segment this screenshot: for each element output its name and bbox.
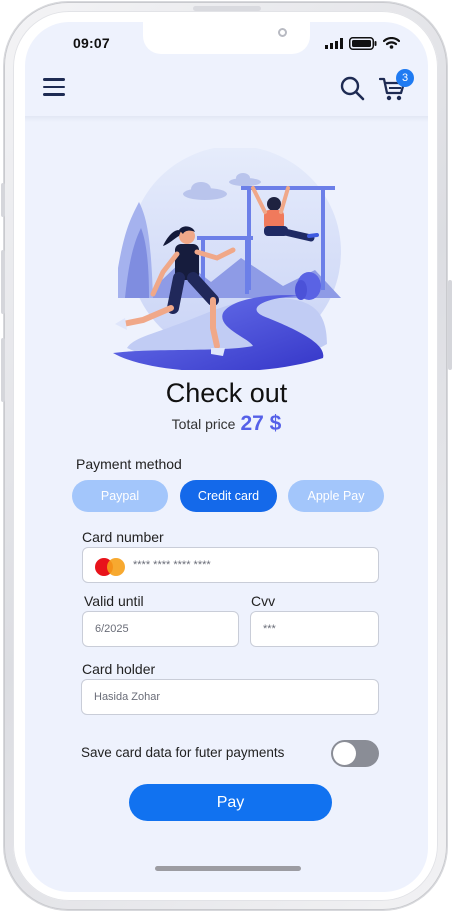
- card-number-value: **** **** **** ****: [133, 559, 211, 571]
- status-time: 09:07: [73, 35, 110, 51]
- valid-until-value: 6/2025: [95, 623, 129, 635]
- pay-button[interactable]: Pay: [129, 784, 332, 821]
- mastercard-icon: [95, 558, 127, 576]
- total-price-label: Total price: [171, 416, 236, 432]
- valid-until-field[interactable]: 6/2025: [82, 611, 239, 647]
- wifi-icon: [383, 37, 400, 49]
- side-button-volume-up: [1, 250, 5, 314]
- notch: [143, 22, 310, 54]
- status-icons: [325, 36, 400, 50]
- total-price-row: Total price 27 $: [25, 412, 428, 436]
- paypal-button[interactable]: Paypal: [72, 480, 168, 512]
- fitness-illustration: [113, 148, 341, 370]
- card-number-field[interactable]: **** **** **** ****: [82, 547, 379, 583]
- save-card-toggle[interactable]: [331, 740, 379, 767]
- valid-until-label: Valid until: [84, 593, 144, 609]
- save-card-label: Save card data for futer payments: [81, 745, 285, 760]
- screen: 09:07 3 Check out Total price 27 $ Payme…: [25, 22, 428, 892]
- app-header: 3: [25, 64, 428, 116]
- header-divider: [25, 116, 428, 122]
- cvv-field[interactable]: ***: [250, 611, 379, 647]
- battery-icon: [349, 36, 377, 50]
- side-button-power: [448, 280, 452, 370]
- cvv-label: Cvv: [251, 593, 276, 609]
- toggle-knob: [333, 742, 356, 765]
- total-price-value: 27 $: [240, 412, 282, 435]
- card-holder-field[interactable]: Hasida Zohar: [81, 679, 379, 715]
- page-title: Check out: [165, 378, 288, 408]
- card-holder-value: Hasida Zohar: [94, 691, 161, 703]
- signal-icon: [325, 37, 343, 49]
- card-number-label: Card number: [82, 529, 164, 545]
- menu-icon[interactable]: [43, 78, 65, 96]
- payment-method-label: Payment method: [76, 456, 182, 472]
- side-button-mute: [1, 183, 5, 217]
- camera-icon: [278, 28, 287, 37]
- side-button-volume-down: [1, 338, 5, 402]
- search-icon[interactable]: [339, 75, 365, 101]
- cart-count-badge: 3: [396, 69, 414, 87]
- cvv-value: ***: [263, 623, 276, 635]
- credit-card-button[interactable]: Credit card: [180, 480, 277, 512]
- home-indicator: [155, 866, 301, 871]
- apple-pay-button[interactable]: Apple Pay: [288, 480, 384, 512]
- card-holder-label: Card holder: [82, 661, 156, 677]
